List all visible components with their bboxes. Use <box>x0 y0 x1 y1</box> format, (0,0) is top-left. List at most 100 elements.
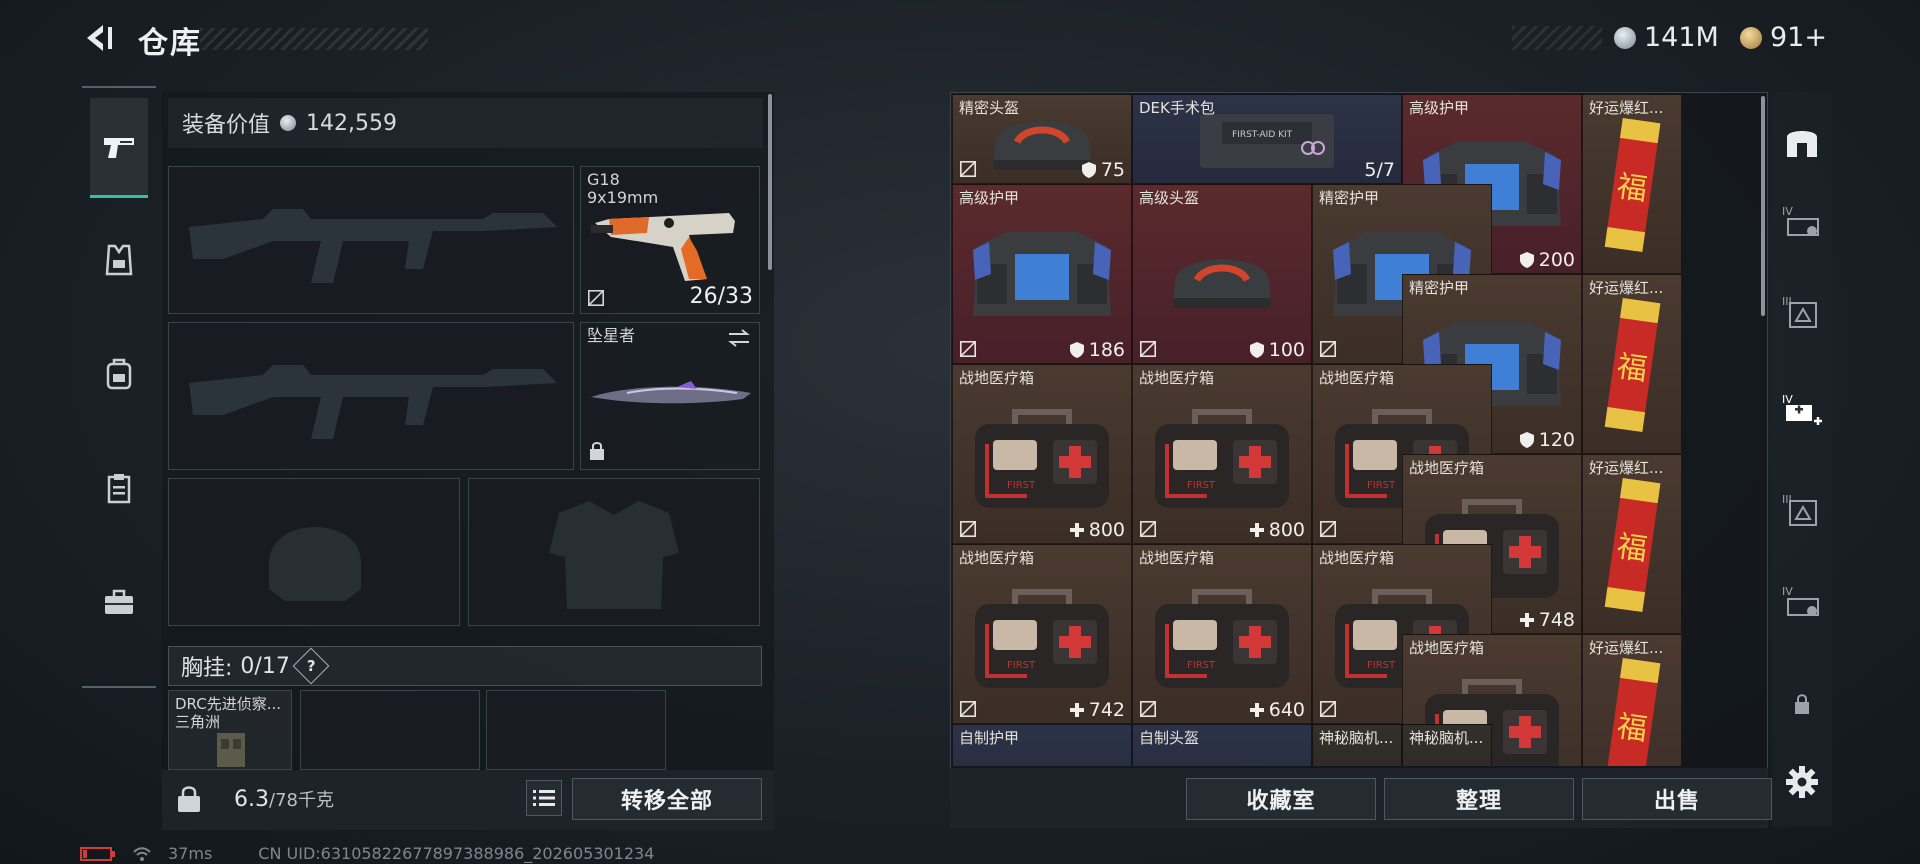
item-value: 800 <box>1069 519 1125 541</box>
no-insure-icon <box>1319 340 1337 358</box>
storage-scrollbar[interactable] <box>1761 96 1765 316</box>
storage-item[interactable]: 精密头盔 75 <box>952 94 1132 184</box>
item-value-text: 800 <box>1088 519 1125 541</box>
storage-item[interactable]: FIRST 战地医疗箱 800 <box>1132 364 1312 544</box>
sell-button[interactable]: 出售 <box>1582 778 1772 820</box>
no-insure-icon <box>1139 520 1157 538</box>
item-name: 战地医疗箱 <box>959 369 1035 387</box>
primary-weapon-slot[interactable] <box>168 166 574 314</box>
melee-slot[interactable]: 坠星者 <box>580 322 760 470</box>
rig-image <box>217 733 245 767</box>
item-value: 640 <box>1249 699 1305 721</box>
equipment-value: 装备价值 142,559 <box>168 98 763 148</box>
tab-cases[interactable] <box>90 552 148 652</box>
storage-item[interactable]: 福 好运爆红... <box>1582 94 1682 274</box>
item-value-text: 800 <box>1268 519 1305 541</box>
medical-box-icon: IV <box>1782 393 1822 425</box>
storage-item[interactable]: 神秘脑机... <box>1312 724 1402 766</box>
title-decoration <box>200 28 428 50</box>
item-name: DEK手术包 <box>1139 99 1215 117</box>
melee-name: 坠星者 <box>587 326 636 345</box>
svg-text:福: 福 <box>1615 349 1650 388</box>
status-bar: 37ms CN UID:63105822677897388986_2026053… <box>80 844 654 863</box>
chest-empty-slot[interactable] <box>300 690 480 770</box>
item-image: FIRST <box>967 584 1117 698</box>
tab-supplies[interactable] <box>90 438 148 538</box>
item-name: 神秘脑机... <box>1319 729 1394 747</box>
item-name: 精密头盔 <box>959 99 1020 117</box>
plus-icon <box>1249 523 1264 537</box>
settings-button[interactable] <box>1780 760 1824 804</box>
currency-gold[interactable]: 91+ <box>1740 22 1827 53</box>
tab-weapon[interactable] <box>90 98 148 198</box>
item-name: 战地医疗箱 <box>1409 639 1485 657</box>
svg-text:FIRST: FIRST <box>1007 480 1036 491</box>
list-view-button[interactable] <box>526 780 562 816</box>
collection-room-button[interactable]: 收藏室 <box>1186 778 1376 820</box>
item-name: 好运爆红... <box>1589 99 1664 117</box>
carry-weight: 6.3/78千克 <box>234 786 334 812</box>
item-value: 200 <box>1519 249 1575 271</box>
item-value-text: 742 <box>1088 699 1125 721</box>
transfer-all-button[interactable]: 转移全部 <box>572 778 762 820</box>
storage-item[interactable]: 高级护甲 186 <box>952 184 1132 364</box>
svg-text:IV: IV <box>1782 585 1793 598</box>
tab-armor[interactable] <box>90 210 148 310</box>
item-image: 福 <box>1597 474 1667 628</box>
vault-icon <box>1787 131 1817 157</box>
chest-empty-slot[interactable] <box>486 690 666 770</box>
lock-icon <box>590 442 604 460</box>
storage-item[interactable]: 高级头盔 100 <box>1132 184 1312 364</box>
storage-page-4b[interactable]: IV <box>1780 388 1824 432</box>
organize-button[interactable]: 整理 <box>1384 778 1574 820</box>
storage-item[interactable]: 自制护甲 <box>952 724 1132 766</box>
storage-page-main[interactable] <box>1780 120 1824 164</box>
storage-item[interactable]: 福 好运爆红... <box>1582 454 1682 634</box>
storage-item[interactable]: 神秘脑机... <box>1402 724 1492 766</box>
svg-text:福: 福 <box>1615 529 1650 568</box>
storage-item[interactable]: 自制头盔 <box>1132 724 1312 766</box>
secondary-weapon-slot[interactable] <box>168 322 574 470</box>
category-tabs <box>82 86 156 688</box>
item-value: 800 <box>1249 519 1305 541</box>
shield-icon <box>1519 432 1534 448</box>
storage-page-3b[interactable]: III <box>1780 488 1824 532</box>
storage-item[interactable]: FIRST-AID KIT DEK手术包 5/7 <box>1132 94 1402 184</box>
item-value-text: 5/7 <box>1364 159 1395 181</box>
item-value: 5/7 <box>1364 159 1395 181</box>
svg-text:福: 福 <box>1615 169 1650 208</box>
storage-page-4c[interactable]: IV <box>1780 580 1824 624</box>
plus-icon <box>1069 523 1084 537</box>
svg-text:IV: IV <box>1782 393 1793 406</box>
storage-box-icon: III <box>1782 295 1817 328</box>
swap-icon[interactable] <box>727 329 751 347</box>
storage-page-3a[interactable]: III <box>1780 290 1824 334</box>
storage-item[interactable]: FIRST 战地医疗箱 640 <box>1132 544 1312 724</box>
helmet-slot[interactable] <box>168 478 460 626</box>
help-mark: ? <box>306 656 316 675</box>
pistol-slot[interactable]: G18 9x19mm 26/33 <box>580 166 760 314</box>
chest-item-slot[interactable]: DRC先进侦察... 三角洲 <box>168 690 292 770</box>
item-name: 高级护甲 <box>1409 99 1470 117</box>
item-name: 好运爆红... <box>1589 279 1664 297</box>
no-insure-icon <box>1319 700 1337 718</box>
equipment-scrollbar[interactable] <box>768 94 772 270</box>
storage-item[interactable]: 福 好运爆红... <box>1582 634 1682 766</box>
storage-item[interactable]: 福 好运爆红... <box>1582 274 1682 454</box>
silver-coin-icon <box>280 115 297 131</box>
storage-page-locked[interactable] <box>1780 682 1824 726</box>
currency-gold-value: 91+ <box>1770 22 1827 53</box>
svg-text:FIRST: FIRST <box>1367 660 1396 671</box>
uid: CN UID:63105822677897388986_202605301234 <box>258 844 655 863</box>
storage-item[interactable]: FIRST 战地医疗箱 742 <box>952 544 1132 724</box>
back-arrow-icon[interactable] <box>80 18 116 58</box>
storage-page-4a[interactable]: IV <box>1780 200 1824 244</box>
currency-silver[interactable]: 141M <box>1614 22 1719 53</box>
chest-label: 胸挂: <box>181 656 233 681</box>
storage-item[interactable]: FIRST 战地医疗箱 800 <box>952 364 1132 544</box>
help-icon[interactable]: ? <box>292 647 330 685</box>
svg-text:FIRST: FIRST <box>1187 480 1216 491</box>
item-image: FIRST <box>1147 584 1297 698</box>
armor-slot[interactable] <box>468 478 760 626</box>
tab-backpack[interactable] <box>90 324 148 424</box>
